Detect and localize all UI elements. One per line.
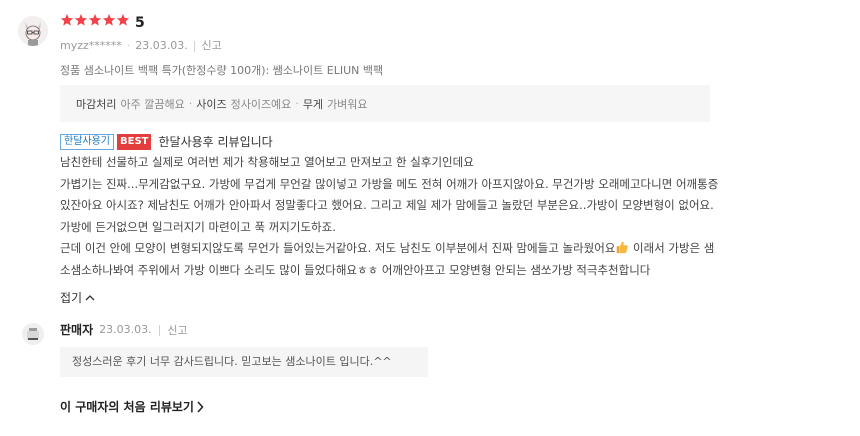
review-date: 23.03.03. <box>135 38 188 52</box>
attr-value: 가벼워요 <box>327 97 368 111</box>
seller-report-link[interactable]: 신고 <box>167 322 187 338</box>
seller-logo <box>22 323 44 345</box>
rating-value: 5 <box>135 15 145 31</box>
chevron-right-icon <box>197 400 204 413</box>
product-option: 정품 샘소나이트 백팩 특가(한정수량 100개): 쌤소나이트 ELIUN 백… <box>60 64 384 77</box>
rating-stars <box>60 13 130 27</box>
best-badge: BEST <box>117 133 152 150</box>
review-title: 한달사용후 리뷰입니다 <box>158 135 273 149</box>
attr-name: 사이즈 <box>196 97 227 111</box>
review-header: 한달사용기 BEST 한달사용후 리뷰입니다 <box>60 133 273 150</box>
star-icon <box>88 13 102 27</box>
meta-divider: · <box>126 38 131 52</box>
period-badge: 한달사용기 <box>60 133 114 150</box>
attr-value: 정사이즈예요 <box>230 97 292 111</box>
attr-divider: · <box>188 97 193 110</box>
seller-name: 판매자 <box>60 323 94 337</box>
report-link[interactable]: 신고 <box>201 37 221 53</box>
star-icon <box>116 13 130 27</box>
review-line: 남친한테 선물하고 실제로 여러번 제가 착용해보고 열어보고 만져보고 한 실… <box>60 155 474 169</box>
avatar-icon <box>18 16 48 46</box>
star-icon <box>102 13 116 27</box>
review-attributes: 마감처리 아주 깔끔해요 · 사이즈 정사이즈예요 · 무게 가벼워요 <box>60 85 710 122</box>
star-icon <box>74 13 88 27</box>
seller-reply: 정성스러운 후기 너무 감사드립니다. 믿고보는 샘소나이트 입니다.^^ <box>60 347 428 377</box>
first-reviews-link[interactable]: 이 구매자의 처음 리뷰보기 <box>60 398 204 415</box>
review-meta: myzz****** · 23.03.03. | 신고 <box>60 37 222 53</box>
seller-meta: 판매자 23.03.03. | 신고 <box>60 321 188 338</box>
review-line: 가방에 든거없으면 일그러지기 마련이고 푹 꺼지기도하죠. <box>60 219 336 234</box>
review-body: 남친한테 선물하고 실제로 여러번 제가 착용해보고 열어보고 만져보고 한 실… <box>60 152 850 281</box>
first-reviews-label: 이 구매자의 처음 리뷰보기 <box>60 400 194 414</box>
review-line: 가볍기는 진짜...무게감없구요. 가방에 무겁게 무언갈 많이넣고 가방을 메… <box>60 176 719 191</box>
thumbs-up-icon <box>617 241 629 254</box>
reviewer-id: myzz****** <box>60 38 122 52</box>
review-line: 소샘소하나봐여 주위에서 가방 이쁘다 소리도 많이 들었다해요ㅎㅎ 어깨안아프… <box>60 262 651 277</box>
avatar <box>18 16 48 46</box>
meta-divider: | <box>157 323 162 336</box>
attr-value: 아주 깔끔해요 <box>120 97 185 111</box>
star-icon <box>60 13 74 27</box>
attr-divider: · <box>295 97 299 110</box>
review-line: 근데 이건 안에 모양이 변형되지않도록 무언가 들어있는거같아요. 저도 남친… <box>60 241 715 255</box>
seller-date: 23.03.03. <box>99 323 152 336</box>
collapse-button[interactable]: 접기 <box>60 289 95 306</box>
attr-name: 무게 <box>302 97 324 111</box>
chevron-up-icon <box>85 294 95 300</box>
seller-logo-icon <box>22 323 44 345</box>
attr-name: 마감처리 <box>76 97 117 111</box>
collapse-label: 접기 <box>60 291 83 305</box>
review-line: 있잔아요 아시죠? 제남친도 어깨가 안아파서 정말좋다고 했어요. 그리고 제… <box>60 198 714 212</box>
meta-divider: | <box>192 38 197 52</box>
